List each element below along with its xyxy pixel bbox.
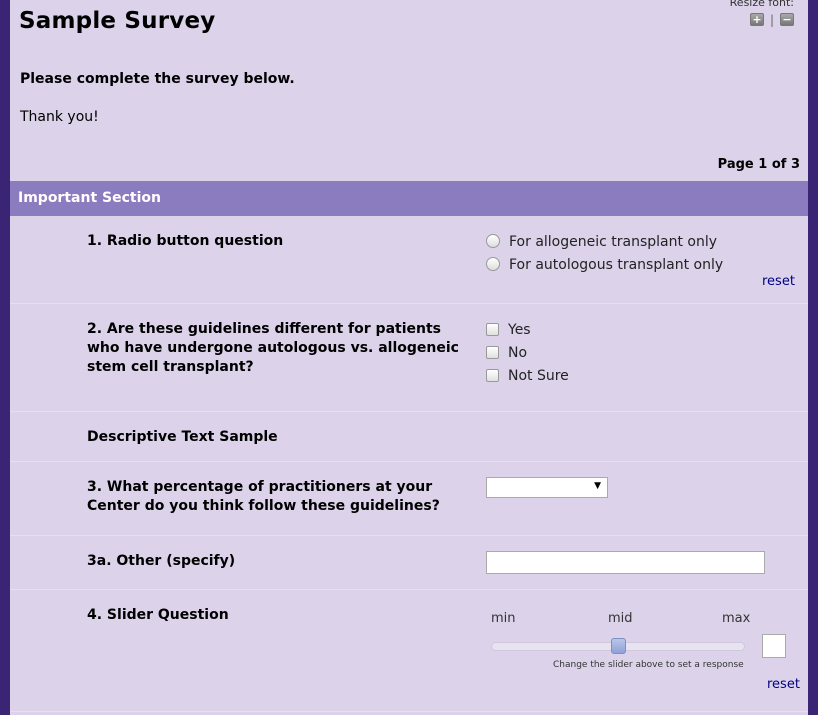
survey-page: Sample Survey Resize font: + | − Please … xyxy=(10,0,808,715)
checkbox[interactable] xyxy=(486,368,499,382)
question-label-4: 4. Slider Question xyxy=(87,607,229,623)
chevron-down-icon: ▼ xyxy=(594,481,601,491)
decrease-font-icon[interactable]: − xyxy=(780,13,794,26)
slider-min-label: min xyxy=(491,611,516,626)
q4-reset-link[interactable]: reset xyxy=(767,677,800,692)
radio-button[interactable] xyxy=(486,257,500,271)
question-row-3: 3. What percentage of practitioners at y… xyxy=(10,462,808,536)
q1-reset-link[interactable]: reset xyxy=(762,274,795,289)
checkbox-option-label: Not Sure xyxy=(508,368,569,384)
radio-button[interactable] xyxy=(486,234,500,248)
slider-max-label: max xyxy=(722,611,751,626)
percentage-dropdown[interactable]: ▼ xyxy=(486,477,608,498)
survey-header: Sample Survey Resize font: + | − Please … xyxy=(10,0,808,181)
radio-option-allogeneic[interactable]: For allogeneic transplant only xyxy=(486,234,717,250)
checkbox-option-no[interactable]: No xyxy=(486,345,527,361)
question-label-3a: 3a. Other (specify) xyxy=(87,553,236,569)
checkbox-option-label: No xyxy=(508,345,528,361)
question-row-1: 1. Radio button question For allogeneic … xyxy=(10,216,808,304)
slider-value-box[interactable] xyxy=(762,634,786,658)
checkbox-option-label: Yes xyxy=(508,322,531,338)
survey-thank-you: Thank you! xyxy=(20,109,99,125)
question-label-2: 2. Are these guidelines different for pa… xyxy=(87,321,459,375)
section-header: Important Section xyxy=(10,181,808,216)
descriptive-text: Descriptive Text Sample xyxy=(87,429,278,445)
other-specify-input[interactable] xyxy=(486,551,765,574)
question-label-1: 1. Radio button question xyxy=(87,233,284,249)
resize-separator: | xyxy=(769,12,774,27)
page-indicator: Page 1 of 3 xyxy=(717,157,800,172)
checkbox[interactable] xyxy=(486,345,499,359)
radio-option-label: For autologous transplant only xyxy=(509,257,724,273)
resize-font-buttons: + | − xyxy=(730,13,794,26)
checkbox-option-not-sure[interactable]: Not Sure xyxy=(486,368,569,384)
resize-font-label: Resize font: xyxy=(729,0,794,9)
slider-mid-label: mid xyxy=(608,611,633,626)
descriptive-row: Descriptive Text Sample xyxy=(10,412,808,462)
question-label-3: 3. What percentage of practitioners at y… xyxy=(87,479,440,514)
question-row-4: 4. Slider Question reset xyxy=(10,590,808,712)
checkbox-option-yes[interactable]: Yes xyxy=(486,322,531,338)
question-row-2: 2. Are these guidelines different for pa… xyxy=(10,304,808,412)
increase-font-icon[interactable]: + xyxy=(749,13,764,26)
radio-option-autologous[interactable]: For autologous transplant only xyxy=(486,257,723,273)
radio-option-label: For allogeneic transplant only xyxy=(509,234,718,250)
resize-font-control: Resize font: + | − xyxy=(730,0,794,26)
survey-instructions: Please complete the survey below. xyxy=(20,71,295,87)
slider-handle[interactable] xyxy=(610,638,626,654)
slider-help-text: Change the slider above to set a respons… xyxy=(553,660,744,670)
survey-title: Sample Survey xyxy=(19,8,216,34)
checkbox[interactable] xyxy=(486,322,499,336)
